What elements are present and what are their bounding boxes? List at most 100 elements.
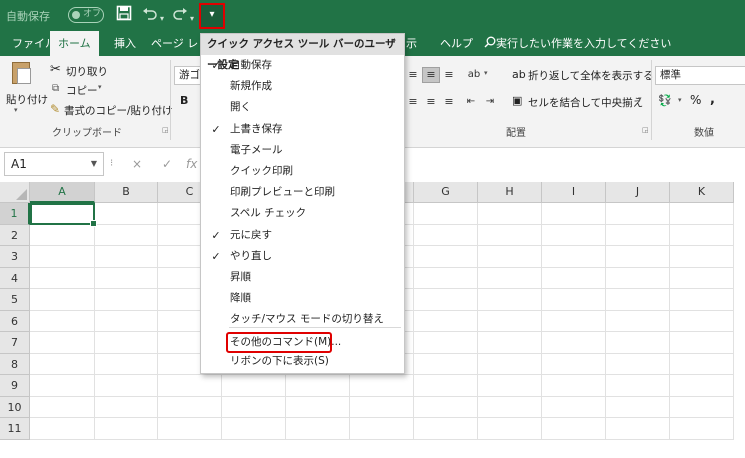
- cell[interactable]: [222, 375, 286, 397]
- qat-menu-item[interactable]: スペル チェック: [201, 203, 404, 224]
- cell[interactable]: [478, 396, 542, 418]
- cell[interactable]: [670, 353, 734, 375]
- cell[interactable]: [606, 353, 670, 375]
- cell[interactable]: [414, 332, 478, 354]
- align-bottom-button[interactable]: ≡: [440, 67, 458, 83]
- cell[interactable]: [606, 332, 670, 354]
- row-header[interactable]: 11: [0, 418, 30, 440]
- cell[interactable]: [606, 246, 670, 268]
- column-header[interactable]: I: [542, 182, 606, 203]
- cell[interactable]: [542, 353, 606, 375]
- cut-button[interactable]: 切り取り: [66, 64, 108, 79]
- tab-insert[interactable]: 挿入: [106, 31, 144, 56]
- cell[interactable]: [286, 396, 350, 418]
- qat-menu-item[interactable]: ✓ やり直し: [201, 246, 404, 267]
- cell[interactable]: [350, 375, 414, 397]
- cell[interactable]: [222, 418, 286, 440]
- qat-menu-item[interactable]: 開く: [201, 97, 404, 118]
- cell[interactable]: [670, 203, 734, 225]
- select-all-corner[interactable]: [0, 182, 30, 203]
- cell[interactable]: [95, 396, 158, 418]
- row-header[interactable]: 4: [0, 267, 30, 289]
- cell[interactable]: [670, 267, 734, 289]
- cell[interactable]: [286, 375, 350, 397]
- tell-me-input[interactable]: 実行したい作業を入力してください: [496, 31, 671, 56]
- cell[interactable]: [30, 224, 95, 246]
- cell[interactable]: [478, 418, 542, 440]
- cell[interactable]: [542, 396, 606, 418]
- decrease-indent-button[interactable]: ⇤: [462, 94, 480, 110]
- cell[interactable]: [95, 267, 158, 289]
- qat-menu-item[interactable]: 電子メール: [201, 140, 404, 161]
- row-header[interactable]: 2: [0, 224, 30, 246]
- increase-indent-button[interactable]: ⇥: [481, 94, 499, 110]
- cell[interactable]: [606, 418, 670, 440]
- row-header[interactable]: 10: [0, 396, 30, 418]
- cell[interactable]: [670, 224, 734, 246]
- enter-entry-icon[interactable]: ✓: [162, 157, 172, 171]
- qat-menu-item[interactable]: ✓ 元に戻す: [201, 225, 404, 246]
- tab-home[interactable]: ホーム: [50, 31, 99, 56]
- merge-center-button[interactable]: セルを結合して中央揃え: [528, 95, 643, 110]
- cell[interactable]: [670, 375, 734, 397]
- cell[interactable]: [542, 310, 606, 332]
- insert-function-icon[interactable]: fx: [186, 157, 197, 171]
- qat-menu-item[interactable]: クイック印刷: [201, 161, 404, 182]
- search-icon[interactable]: [484, 36, 496, 51]
- qat-menu-item[interactable]: ✓ 上書き保存: [201, 119, 404, 140]
- align-left-button[interactable]: ≡: [404, 94, 422, 110]
- name-box-dropdown-icon[interactable]: ▼: [91, 153, 97, 175]
- tab-page-layout[interactable]: ページ レ: [143, 31, 198, 56]
- cell[interactable]: [478, 246, 542, 268]
- cell[interactable]: [95, 418, 158, 440]
- cell[interactable]: [414, 224, 478, 246]
- qat-customize-button[interactable]: ▾: [199, 3, 225, 29]
- cell[interactable]: [30, 246, 95, 268]
- cell[interactable]: [95, 289, 158, 311]
- cell[interactable]: [606, 203, 670, 225]
- cell[interactable]: [95, 375, 158, 397]
- currency-icon[interactable]: 💱: [658, 94, 672, 107]
- cell[interactable]: [95, 332, 158, 354]
- column-header[interactable]: B: [95, 182, 158, 203]
- cell[interactable]: [414, 396, 478, 418]
- cell[interactable]: [542, 246, 606, 268]
- cell[interactable]: [414, 267, 478, 289]
- orientation-button[interactable]: ab: [465, 67, 483, 83]
- cell[interactable]: [95, 246, 158, 268]
- comma-button[interactable]: ,: [710, 92, 715, 107]
- alignment-launcher-icon[interactable]: ◲: [642, 126, 649, 134]
- cell[interactable]: [606, 396, 670, 418]
- number-format-combo[interactable]: 標準: [655, 66, 745, 85]
- cell[interactable]: [606, 267, 670, 289]
- format-painter-button[interactable]: 書式のコピー/貼り付け: [64, 103, 173, 118]
- cell[interactable]: [414, 246, 478, 268]
- row-header[interactable]: 9: [0, 375, 30, 397]
- redo-dropdown-icon[interactable]: ▾: [190, 9, 194, 29]
- clipboard-launcher-icon[interactable]: ◲: [162, 126, 169, 134]
- cell[interactable]: [95, 310, 158, 332]
- copy-dropdown-icon[interactable]: ▾: [98, 83, 102, 91]
- cell[interactable]: [478, 289, 542, 311]
- row-header[interactable]: 6: [0, 310, 30, 332]
- cell[interactable]: [30, 396, 95, 418]
- cell[interactable]: [158, 396, 222, 418]
- undo-icon[interactable]: [142, 5, 158, 26]
- cell[interactable]: [350, 418, 414, 440]
- cell[interactable]: [542, 418, 606, 440]
- column-header[interactable]: J: [606, 182, 670, 203]
- cell[interactable]: [30, 289, 95, 311]
- cell[interactable]: [286, 418, 350, 440]
- row-header[interactable]: 8: [0, 353, 30, 375]
- column-header[interactable]: A: [30, 182, 95, 203]
- align-middle-button[interactable]: ≡: [422, 67, 440, 83]
- cell[interactable]: [222, 396, 286, 418]
- align-top-button[interactable]: ≡: [404, 67, 422, 83]
- row-header[interactable]: 1: [0, 203, 30, 225]
- name-box[interactable]: A1 ▼: [4, 152, 104, 176]
- font-name-combo[interactable]: 游ゴ: [174, 66, 202, 85]
- column-header[interactable]: K: [670, 182, 734, 203]
- cell[interactable]: [478, 224, 542, 246]
- cell[interactable]: [414, 203, 478, 225]
- cell[interactable]: [542, 332, 606, 354]
